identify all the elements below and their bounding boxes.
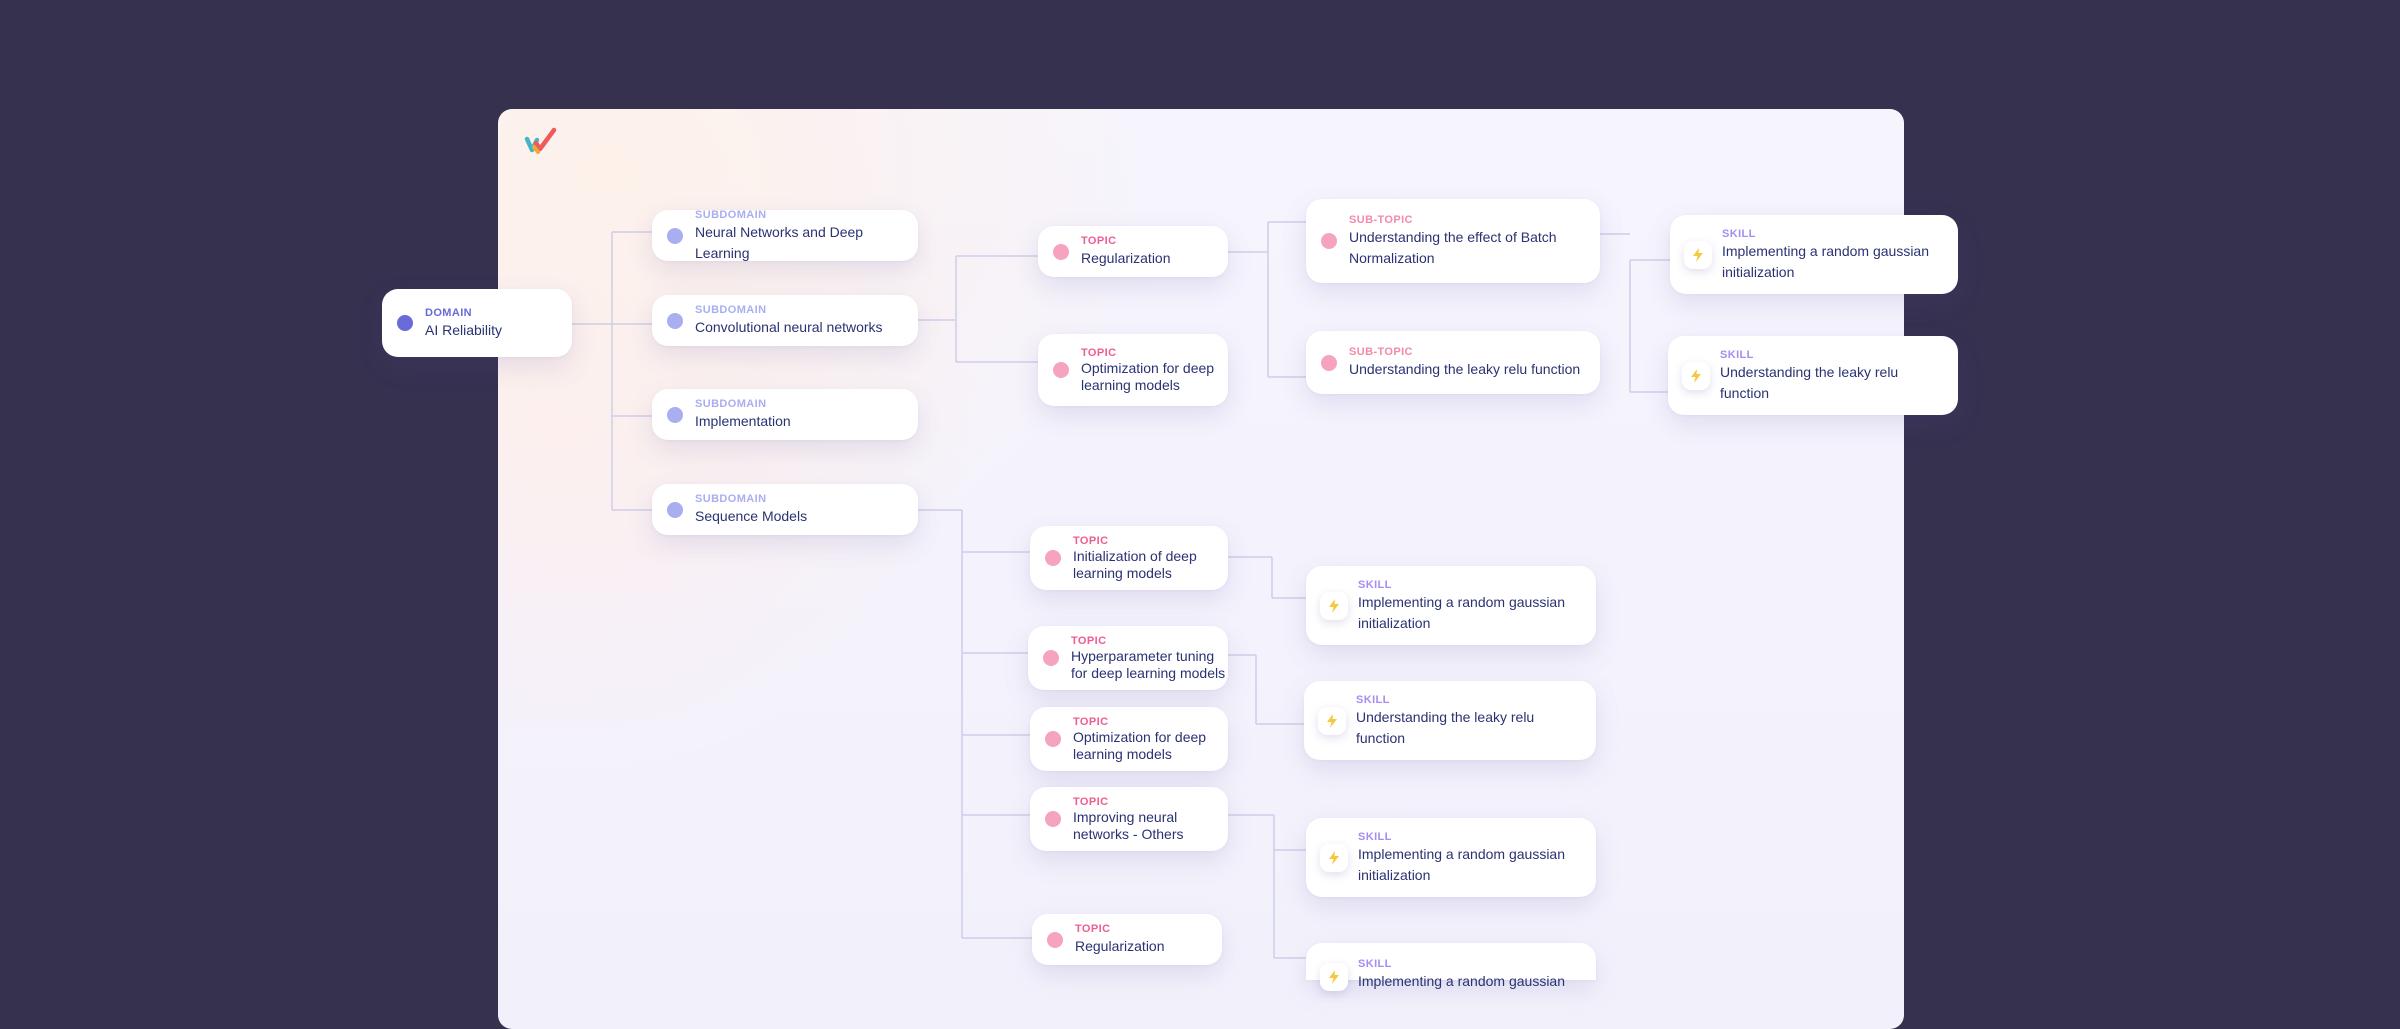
subdomain-node[interactable]: SUBDOMAIN Convolutional neural networks xyxy=(652,295,918,346)
node-title: Regularization xyxy=(1081,250,1171,266)
skill-node[interactable]: SKILL Understanding the leaky relu funct… xyxy=(1668,336,1958,415)
node-dot xyxy=(1043,650,1059,666)
topic-node[interactable]: TOPIC Improving neural networks - Others xyxy=(1030,787,1228,851)
node-kind: SKILL xyxy=(1358,830,1392,843)
node-title: Implementing a random gaussian initializ… xyxy=(1722,242,1930,280)
node-kind: SUBDOMAIN xyxy=(695,493,767,505)
subdomain-node[interactable]: SUBDOMAIN Implementation xyxy=(652,389,918,440)
node-dot xyxy=(667,406,683,423)
node-dot xyxy=(667,227,683,244)
node-title: Implementation xyxy=(695,413,791,429)
node-kind: SUB-TOPIC xyxy=(1349,214,1413,226)
node-kind: TOPIC xyxy=(1075,923,1111,935)
domain-node[interactable]: DOMAIN AI Reliability xyxy=(382,289,572,357)
lightning-icon xyxy=(1320,963,1348,991)
node-kind: SUB-TOPIC xyxy=(1349,346,1413,358)
node-kind: SUBDOMAIN xyxy=(695,398,767,410)
subdomain-node[interactable]: SUBDOMAIN Neural Networks and Deep Learn… xyxy=(652,208,918,261)
node-kind: SUBDOMAIN xyxy=(695,208,767,221)
node-title: Understanding the leaky relu function xyxy=(1349,361,1581,377)
node-kind: DOMAIN xyxy=(425,306,473,319)
node-title: Hyperparameter tuning for deep learning … xyxy=(1071,648,1226,681)
node-title: Understanding the leaky relu function xyxy=(1720,363,1899,401)
node-dot xyxy=(1053,362,1069,378)
subdomain-node[interactable]: SUBDOMAIN Sequence Models xyxy=(652,484,918,535)
lightning-icon xyxy=(1320,843,1348,872)
node-dot xyxy=(667,501,683,518)
topic-node[interactable]: TOPIC Optimization for deep learning mod… xyxy=(1038,334,1228,406)
node-kind: TOPIC xyxy=(1073,716,1109,728)
node-title: Convolutional neural networks xyxy=(695,319,883,335)
node-title: Sequence Models xyxy=(695,508,808,524)
node-kind: SKILL xyxy=(1356,693,1390,706)
node-title: Implementing a random gaussian xyxy=(1358,973,1566,989)
node-kind: SUBDOMAIN xyxy=(695,304,767,316)
topic-node[interactable]: TOPIC Regularization xyxy=(1038,226,1228,277)
node-title: Neural Networks and Deep Learning xyxy=(695,223,864,261)
lightning-icon xyxy=(1684,240,1712,269)
lightning-icon xyxy=(1320,591,1348,620)
node-title: Regularization xyxy=(1075,938,1165,954)
subtopic-node[interactable]: SUB-TOPIC Understanding the effect of Ba… xyxy=(1306,199,1600,283)
node-kind: SKILL xyxy=(1722,227,1756,240)
skill-node[interactable]: SKILL Implementing a random gaussian ini… xyxy=(1306,818,1596,897)
topic-node[interactable]: TOPIC Optimization for deep learning mod… xyxy=(1030,707,1228,771)
node-dot xyxy=(397,315,413,331)
skill-node[interactable]: SKILL Implementing a random gaussian ini… xyxy=(1306,566,1596,645)
node-dot xyxy=(1045,731,1061,747)
node-kind: TOPIC xyxy=(1073,535,1109,547)
node-dot xyxy=(1045,811,1061,827)
node-kind: SKILL xyxy=(1720,348,1754,361)
node-title: Understanding the effect of Batch Normal… xyxy=(1349,229,1557,266)
node-title: Optimization for deep learning models xyxy=(1081,360,1215,393)
subtopic-node[interactable]: SUB-TOPIC Understanding the leaky relu f… xyxy=(1306,331,1600,394)
skill-node[interactable]: SKILL Implementing a random gaussian ini… xyxy=(1670,215,1958,294)
node-kind: SKILL xyxy=(1358,958,1392,970)
node-dot xyxy=(1321,354,1337,371)
skill-node[interactable]: SKILL Understanding the leaky relu funct… xyxy=(1304,681,1596,760)
node-kind: TOPIC xyxy=(1073,796,1109,808)
node-dot xyxy=(1053,243,1069,260)
node-title: Optimization for deep learning models xyxy=(1073,729,1207,762)
topic-node[interactable]: TOPIC Regularization xyxy=(1032,914,1222,965)
node-dot xyxy=(1047,931,1063,948)
node-title: AI Reliability xyxy=(425,321,503,338)
node-dot xyxy=(1045,550,1061,566)
node-title: Improving neural networks - Others xyxy=(1073,809,1184,842)
node-dot xyxy=(667,312,683,329)
node-dot xyxy=(1321,233,1337,249)
lightning-icon xyxy=(1682,361,1710,390)
node-title: Understanding the leaky relu function xyxy=(1356,708,1535,746)
node-kind: TOPIC xyxy=(1081,347,1117,359)
lightning-icon xyxy=(1318,706,1346,735)
node-kind: SKILL xyxy=(1358,578,1392,591)
node-title: Implementing a random gaussian initializ… xyxy=(1358,845,1566,883)
skill-node[interactable]: SKILL Implementing a random gaussian xyxy=(1306,943,1596,991)
topic-node[interactable]: TOPIC Hyperparameter tuning for deep lea… xyxy=(1028,626,1228,690)
topic-node[interactable]: TOPIC Initialization of deep learning mo… xyxy=(1030,526,1228,590)
node-kind: TOPIC xyxy=(1071,635,1107,647)
node-title: Initialization of deep learning models xyxy=(1073,548,1197,581)
node-title: Implementing a random gaussian initializ… xyxy=(1358,593,1566,631)
node-kind: TOPIC xyxy=(1081,235,1117,247)
